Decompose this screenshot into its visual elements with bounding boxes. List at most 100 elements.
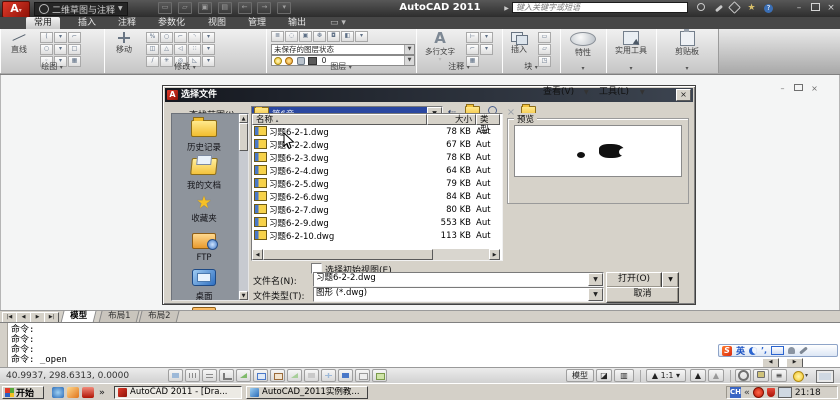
workspace-switcher[interactable]: 二维草图与注释 ▼ xyxy=(34,2,128,16)
tab-view[interactable]: 视图 xyxy=(200,17,234,29)
minimize-button[interactable]: – xyxy=(792,3,806,14)
dynamic-ucs-toggle[interactable] xyxy=(304,369,319,382)
ime-user-icon[interactable] xyxy=(788,347,795,354)
object-snap-toggle[interactable] xyxy=(253,369,268,382)
restore-button[interactable] xyxy=(808,3,822,14)
open-button[interactable]: 打开(O) xyxy=(606,272,662,288)
tools-menu-button[interactable]: 工具(L) xyxy=(599,86,629,99)
communication-center-icon[interactable] xyxy=(728,3,741,14)
snap-toggle[interactable] xyxy=(185,369,200,382)
favorites-star-icon[interactable]: ★ xyxy=(745,3,758,14)
3d-object-snap-toggle[interactable] xyxy=(270,369,285,382)
scroll-down-icon[interactable]: ▼ xyxy=(239,291,248,300)
mirror-tool-icon[interactable]: ◫ xyxy=(146,44,159,55)
file-row[interactable]: 习题6-2-5.dwg79 KBAut xyxy=(252,178,500,191)
panel-draw-label[interactable]: 绘图 ▾ xyxy=(0,61,104,72)
autoscale-icon[interactable]: ▲ xyxy=(708,369,724,382)
filetype-dropdown[interactable]: 图形 (*.dwg) ▼ xyxy=(313,287,604,302)
workspace-gear-icon[interactable] xyxy=(735,369,751,382)
layout-quickview-icon[interactable]: ◪ xyxy=(596,369,612,382)
trim-tool-icon[interactable]: ⌐ xyxy=(174,32,187,43)
clean-screen-icon[interactable] xyxy=(816,370,834,383)
task-button-autocad[interactable]: AutoCAD 2011 - [Dra... xyxy=(114,386,242,399)
scroll-left-icon[interactable]: ◀ xyxy=(252,249,263,260)
language-indicator[interactable]: CH xyxy=(730,387,741,398)
hardware-acceleration-icon[interactable]: ≡ xyxy=(771,369,787,382)
doc-restore-button[interactable] xyxy=(792,84,805,94)
cancel-button[interactable]: 取消 xyxy=(606,287,679,303)
sogou-logo-icon[interactable]: S xyxy=(722,346,732,356)
tray-collapse-icon[interactable]: « xyxy=(744,388,750,398)
transparency-toggle[interactable] xyxy=(355,369,370,382)
panel-block-label[interactable]: 块 ▾ xyxy=(502,61,560,72)
line-tool-button[interactable]: 直线 xyxy=(3,31,35,55)
copy-tool-icon[interactable]: % xyxy=(146,32,159,43)
mtext-tool-button[interactable]: A 多行文字 ▾ xyxy=(420,31,460,63)
tab-home[interactable]: 常用 xyxy=(26,17,60,29)
dropdown-icon[interactable]: ▾ xyxy=(202,32,215,43)
stretch-tool-icon[interactable]: ◁ xyxy=(174,44,187,55)
quick-properties-toggle[interactable] xyxy=(372,369,387,382)
chevron-down-icon[interactable]: ▼ xyxy=(584,86,589,99)
dropdown-icon[interactable]: ▾ xyxy=(202,44,215,55)
object-snap-tracking-toggle[interactable] xyxy=(287,369,302,382)
layer-lock-icon[interactable]: ◘ xyxy=(327,31,340,42)
array-tool-icon[interactable]: ∷ xyxy=(188,44,201,55)
polar-tracking-toggle[interactable] xyxy=(236,369,251,382)
places-scrollbar[interactable]: ▲ ▼ xyxy=(238,114,248,300)
start-button[interactable]: 开始 xyxy=(2,386,44,399)
ime-wrench-icon[interactable] xyxy=(799,346,808,354)
ime-language-toggle[interactable]: 英 xyxy=(736,344,745,357)
panel-properties-label[interactable]: ▾ xyxy=(560,63,606,72)
scroll-right-icon[interactable]: ▶ xyxy=(489,249,500,260)
scale-tool-icon[interactable]: △ xyxy=(160,44,173,55)
scroll-up-icon[interactable]: ▲ xyxy=(239,114,248,123)
infer-constraints-toggle[interactable] xyxy=(168,369,183,382)
quicklaunch-overflow-icon[interactable]: » xyxy=(99,388,105,398)
leader-tool-icon[interactable]: ⌐ xyxy=(466,44,479,55)
layer-match-icon[interactable]: ◧ xyxy=(341,31,354,42)
lineweight-toggle[interactable] xyxy=(338,369,353,382)
search-icon[interactable] xyxy=(694,3,707,14)
plot-icon[interactable]: ▤ xyxy=(218,2,232,14)
file-row[interactable]: 习题6-2-3.dwg78 KBAut xyxy=(252,152,500,165)
tab-annotate[interactable]: 注释 xyxy=(110,17,144,29)
tray-app-icon[interactable] xyxy=(753,387,764,398)
ribbon-minimize-icon[interactable]: ▭ ▾ xyxy=(322,17,354,29)
tab-parametric[interactable]: 参数化 xyxy=(150,17,193,29)
edit-block-icon[interactable]: ▱ xyxy=(538,44,551,55)
task-button-player[interactable]: AutoCAD_2011实例教... xyxy=(246,386,368,399)
chevron-down-icon[interactable]: ▼ xyxy=(640,86,645,99)
help-icon[interactable]: ? xyxy=(762,3,775,14)
ime-punctuation-icon[interactable]: ’, xyxy=(761,346,767,355)
performance-bulb-icon[interactable] xyxy=(793,371,804,382)
security-shield-icon[interactable] xyxy=(767,388,775,397)
grid-toggle[interactable] xyxy=(202,369,217,382)
create-block-icon[interactable]: ▭ xyxy=(538,32,551,43)
dimension-tool-icon[interactable]: ⊢ xyxy=(466,32,479,43)
panel-modify-label[interactable]: 修改 ▾ xyxy=(104,61,266,72)
rotate-tool-icon[interactable]: ○ xyxy=(160,32,173,43)
place-desktop[interactable]: 桌面 xyxy=(172,269,236,302)
properties-button[interactable]: 特性 xyxy=(564,31,602,58)
save-icon[interactable]: ▣ xyxy=(198,2,212,14)
dropdown-icon[interactable]: ▾ xyxy=(54,44,67,55)
file-row[interactable]: 习题6-2-7.dwg80 KBAut xyxy=(252,204,500,217)
insert-block-button[interactable]: 插入 xyxy=(504,31,534,55)
rectangle-tool-icon[interactable]: □ xyxy=(68,44,81,55)
application-menu-button[interactable]: A▾ xyxy=(2,1,30,18)
column-header-name[interactable]: 名称 ▴ xyxy=(252,114,427,125)
ime-fullhalf-moon-icon[interactable] xyxy=(749,347,757,355)
quicklaunch-media-icon[interactable] xyxy=(52,387,64,398)
layer-state-dropdown[interactable]: 未保存的图层状态▼ xyxy=(271,44,415,55)
scroll-thumb[interactable] xyxy=(263,249,433,260)
column-header-type[interactable]: 类型 xyxy=(476,114,500,125)
file-row[interactable]: 习题6-2-9.dwg553 KBAut xyxy=(252,217,500,230)
qat-dropdown-icon[interactable]: ▾ xyxy=(277,2,291,14)
circle-tool-icon[interactable]: ○ xyxy=(40,44,53,55)
ortho-toggle[interactable] xyxy=(219,369,234,382)
status-menu-icon[interactable]: ▾ xyxy=(805,372,808,379)
tab-manage[interactable]: 管理 xyxy=(240,17,274,29)
open-dropdown-icon[interactable]: ▼ xyxy=(662,272,679,288)
help-search-input[interactable] xyxy=(512,2,688,13)
